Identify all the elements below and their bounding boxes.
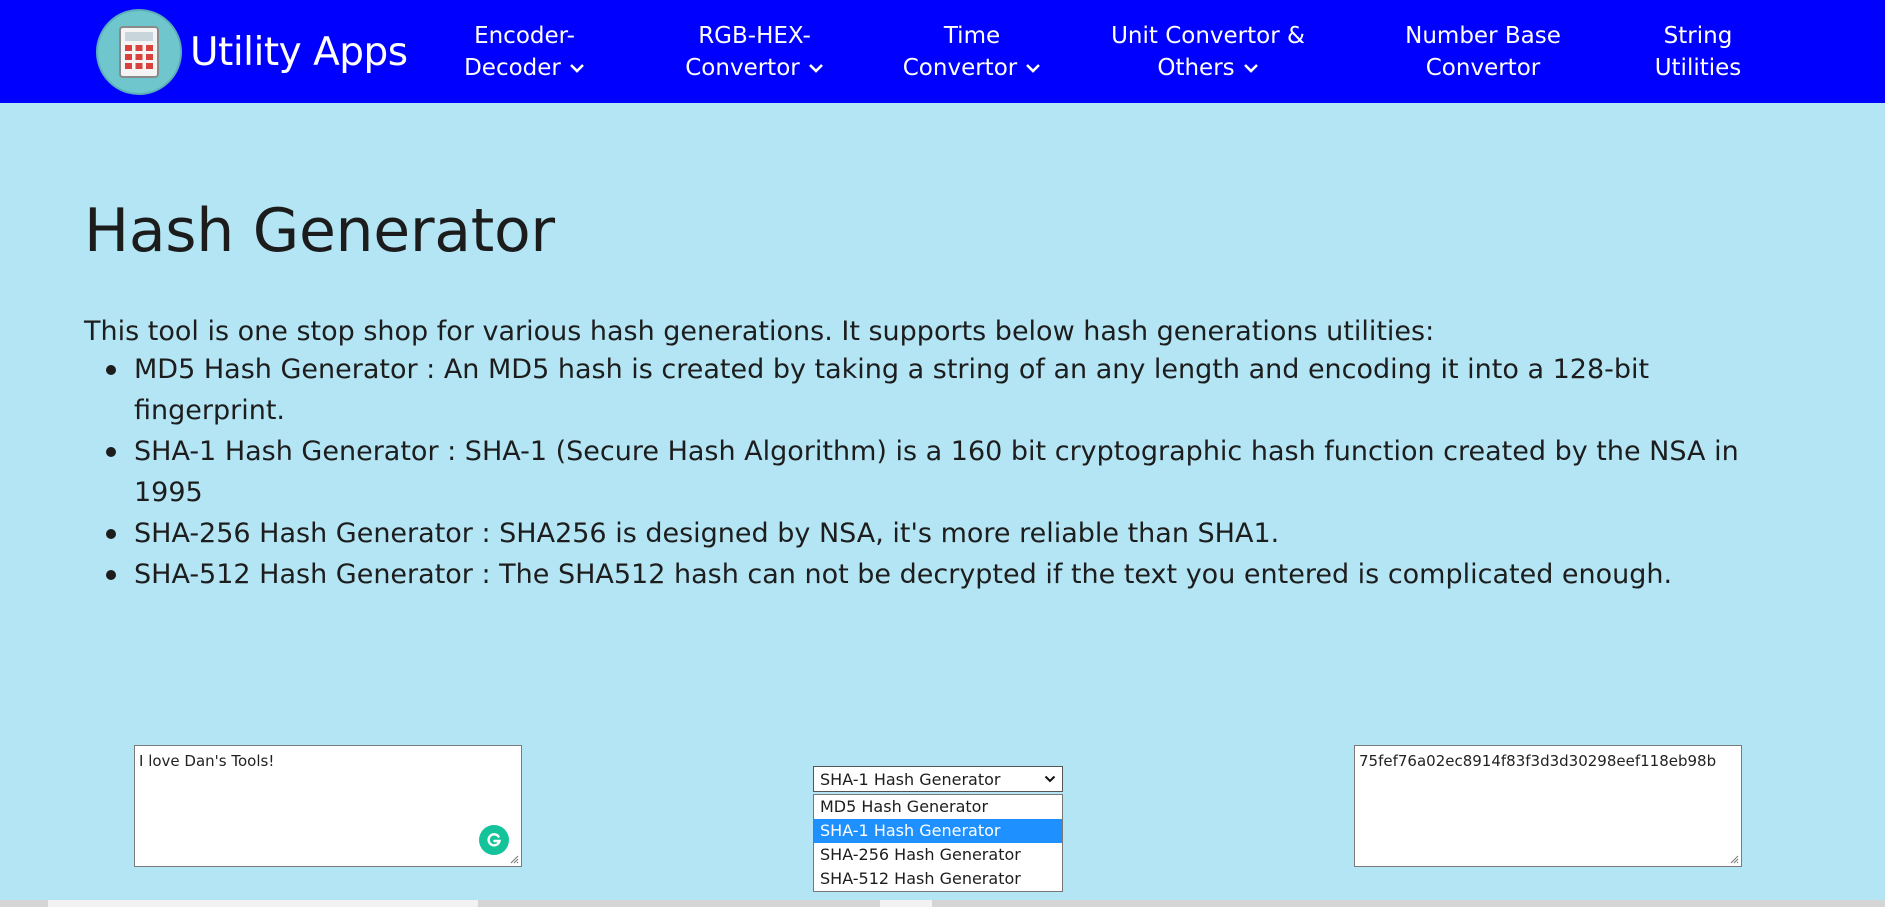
nav-line: Encoder- (474, 22, 575, 49)
nav-line: Convertor (902, 54, 1018, 81)
chevron-down-icon (808, 63, 823, 73)
nav-line: Convertor (685, 54, 800, 81)
nav-unit-convertor[interactable]: Unit Convertor & Others (1100, 0, 1316, 103)
option-md5[interactable]: MD5 Hash Generator (814, 795, 1062, 819)
chevron-down-icon (1243, 63, 1258, 73)
brand-link[interactable]: Utility Apps (96, 8, 408, 96)
nav-line: Convertor (1425, 54, 1541, 81)
resize-handle-icon[interactable] (509, 854, 519, 864)
resize-handle-icon[interactable] (1729, 854, 1739, 864)
chevron-down-icon (569, 63, 584, 73)
output-textarea[interactable]: 75fef76a02ec8914f83f3d3d30298eef118eb98b (1354, 745, 1742, 867)
bottom-scroll-strip (0, 900, 1885, 907)
grammarly-icon[interactable] (479, 825, 509, 855)
nav-line: Number Base (1405, 22, 1561, 49)
input-textarea[interactable]: I love Dan's Tools! (134, 745, 522, 867)
output-hash: 75fef76a02ec8914f83f3d3d30298eef118eb98b (1359, 752, 1717, 770)
feature-item: MD5 Hash Generator : An MD5 hash is crea… (84, 349, 1784, 431)
nav-line: String (1663, 22, 1733, 49)
brand-name: Utility Apps (190, 29, 408, 75)
nav-line: Time (943, 22, 1001, 49)
input-text: I love Dan's Tools! (139, 752, 275, 770)
page-title: Hash Generator (84, 196, 555, 266)
option-sha512[interactable]: SHA-512 Hash Generator (814, 867, 1062, 891)
nav-line: Utilities (1654, 54, 1742, 81)
algorithm-dropdown-list: MD5 Hash Generator SHA-1 Hash Generator … (813, 794, 1063, 892)
algorithm-select[interactable]: SHA-1 Hash Generator (813, 766, 1063, 792)
nav-rgb-hex-convertor[interactable]: RGB-HEX- Convertor (672, 0, 837, 103)
nav-line: Decoder (464, 54, 561, 81)
intro-text: This tool is one stop shop for various h… (84, 316, 1435, 347)
nav-line: RGB-HEX- (698, 22, 811, 49)
nav-string-utilities[interactable]: String Utilities (1630, 0, 1766, 103)
top-navbar: Utility Apps Encoder- Decoder RGB-HEX- C… (0, 0, 1885, 103)
option-sha256[interactable]: SHA-256 Hash Generator (814, 843, 1062, 867)
nav-encoder-decoder[interactable]: Encoder- Decoder (452, 0, 597, 103)
feature-item: SHA-1 Hash Generator : SHA-1 (Secure Has… (84, 431, 1784, 513)
option-sha1[interactable]: SHA-1 Hash Generator (814, 819, 1062, 843)
feature-list: MD5 Hash Generator : An MD5 hash is crea… (84, 349, 1784, 595)
chevron-down-icon (1044, 775, 1056, 783)
nav-line: Others (1157, 54, 1235, 81)
nav-time-convertor[interactable]: Time Convertor (892, 0, 1052, 103)
calculator-logo-icon (96, 9, 182, 95)
chevron-down-icon (1026, 63, 1041, 73)
nav-line: Unit Convertor & (1111, 22, 1305, 49)
selected-algorithm: SHA-1 Hash Generator (820, 769, 1001, 789)
feature-item: SHA-256 Hash Generator : SHA256 is desig… (84, 513, 1784, 554)
nav-number-base-convertor[interactable]: Number Base Convertor (1392, 0, 1574, 103)
feature-item: SHA-512 Hash Generator : The SHA512 hash… (84, 554, 1784, 595)
